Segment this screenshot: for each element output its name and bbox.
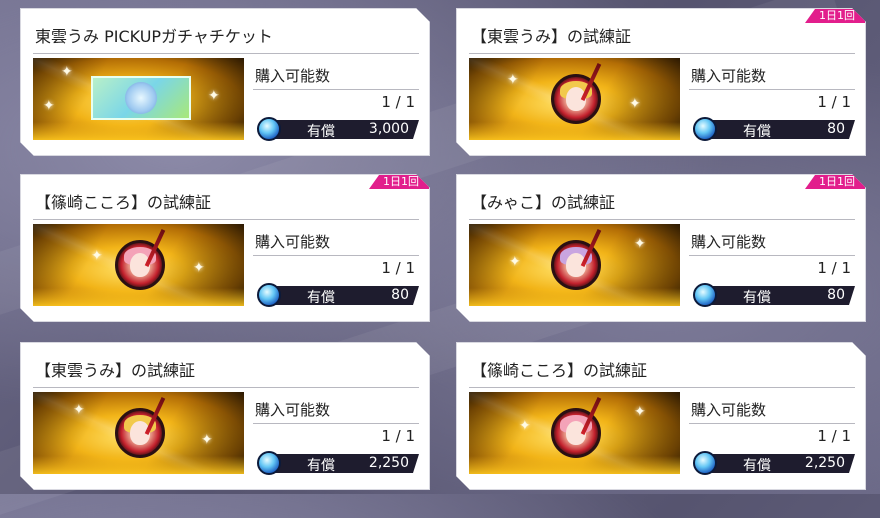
shop-item-card[interactable]: 1日1回 【篠崎こころ】の試練証 ✦ ✦ 購入可能数 1 / 1 有償 80 — [20, 174, 430, 322]
purchase-available-label: 購入可能数 — [255, 401, 331, 419]
shop-item-card[interactable]: 【東雲うみ】の試練証 ✦ ✦ 購入可能数 1 / 1 有償 2,250 — [20, 342, 430, 490]
item-thumbnail: ✦ ✦ — [33, 224, 244, 306]
price-value: 80 — [391, 287, 409, 303]
shop-item-card[interactable]: 1日1回 【東雲うみ】の試練証 ✦ ✦ 購入可能数 1 / 1 有償 80 — [456, 8, 866, 156]
sparkle-icon: ✦ — [634, 404, 646, 420]
divider — [253, 89, 419, 90]
price-bar: 有償 80 — [705, 120, 855, 139]
paid-gem-icon — [693, 117, 717, 141]
item-thumbnail: ✦ ✦ — [469, 392, 680, 474]
item-thumbnail: ✦ ✦ — [469, 58, 680, 140]
sparkle-icon: ✦ — [208, 88, 220, 104]
purchase-count: 1 / 1 — [817, 427, 851, 445]
divider — [689, 89, 855, 90]
shop-item-card[interactable]: 1日1回 【みゃこ】の試練証 ✦ ✦ 購入可能数 1 / 1 有償 80 — [456, 174, 866, 322]
divider — [689, 423, 855, 424]
paid-label: 有償 — [743, 458, 771, 474]
divider — [33, 387, 419, 388]
item-thumbnail: ✦ ✦ ✦ — [33, 58, 244, 140]
item-title: 【東雲うみ】の試練証 — [35, 361, 196, 380]
divider — [253, 255, 419, 256]
trial-medal-kokoro-icon — [551, 408, 601, 458]
price-bar: 有償 80 — [705, 286, 855, 305]
purchase-count: 1 / 1 — [381, 427, 415, 445]
shop-item-card[interactable]: 【篠崎こころ】の試練証 ✦ ✦ 購入可能数 1 / 1 有償 2,250 — [456, 342, 866, 490]
price-bar: 有償 2,250 — [705, 454, 855, 473]
price-bar: 有償 80 — [269, 286, 419, 305]
divider — [33, 53, 419, 54]
item-title: 【篠崎こころ】の試練証 — [35, 193, 212, 212]
paid-label: 有償 — [743, 290, 771, 306]
daily-limit-badge: 1日1回 — [805, 175, 865, 189]
paid-gem-icon — [693, 283, 717, 307]
sparkle-icon: ✦ — [91, 248, 103, 264]
trial-medal-kokoro-icon — [115, 240, 165, 290]
sparkle-icon: ✦ — [519, 418, 531, 434]
purchase-available-label: 購入可能数 — [691, 233, 767, 251]
sparkle-icon: ✦ — [193, 260, 205, 276]
trial-medal-umi-icon — [551, 74, 601, 124]
sparkle-icon: ✦ — [634, 236, 646, 252]
purchase-count: 1 / 1 — [817, 259, 851, 277]
divider — [253, 423, 419, 424]
item-title: 【みゃこ】の試練証 — [471, 193, 616, 212]
price-value: 80 — [827, 121, 845, 137]
sparkle-icon: ✦ — [509, 254, 521, 270]
item-title: 【篠崎こころ】の試練証 — [471, 361, 648, 380]
divider — [469, 219, 855, 220]
paid-label: 有償 — [743, 124, 771, 140]
item-thumbnail: ✦ ✦ — [469, 224, 680, 306]
paid-gem-icon — [257, 451, 281, 475]
sparkle-icon: ✦ — [73, 402, 85, 418]
item-thumbnail: ✦ ✦ — [33, 392, 244, 474]
trial-medal-myako-icon — [551, 240, 601, 290]
purchase-count: 1 / 1 — [381, 259, 415, 277]
paid-label: 有償 — [307, 290, 335, 306]
paid-label: 有償 — [307, 458, 335, 474]
purchase-count: 1 / 1 — [817, 93, 851, 111]
divider — [33, 219, 419, 220]
gacha-ticket-icon — [91, 76, 191, 120]
item-title: 【東雲うみ】の試練証 — [471, 27, 632, 46]
price-value: 2,250 — [804, 455, 845, 471]
sparkle-icon: ✦ — [61, 64, 73, 80]
purchase-available-label: 購入可能数 — [691, 401, 767, 419]
price-bar: 有償 3,000 — [269, 120, 419, 139]
purchase-available-label: 購入可能数 — [255, 67, 331, 85]
item-title: 東雲うみ PICKUPガチャチケット — [35, 27, 273, 46]
paid-gem-icon — [257, 117, 281, 141]
divider — [469, 387, 855, 388]
sparkle-icon: ✦ — [43, 98, 55, 114]
sparkle-icon: ✦ — [507, 72, 519, 88]
divider — [689, 255, 855, 256]
paid-label: 有償 — [307, 124, 335, 140]
purchase-available-label: 購入可能数 — [691, 67, 767, 85]
purchase-available-label: 購入可能数 — [255, 233, 331, 251]
price-value: 3,000 — [368, 121, 409, 137]
trial-medal-umi-icon — [115, 408, 165, 458]
price-bar: 有償 2,250 — [269, 454, 419, 473]
shop-item-card[interactable]: 東雲うみ PICKUPガチャチケット ✦ ✦ ✦ 購入可能数 1 / 1 有償 … — [20, 8, 430, 156]
purchase-count: 1 / 1 — [381, 93, 415, 111]
price-value: 2,250 — [368, 455, 409, 471]
paid-gem-icon — [257, 283, 281, 307]
sparkle-icon: ✦ — [629, 96, 641, 112]
paid-gem-icon — [693, 451, 717, 475]
daily-limit-badge: 1日1回 — [805, 9, 865, 23]
price-value: 80 — [827, 287, 845, 303]
sparkle-icon: ✦ — [201, 432, 213, 448]
divider — [469, 53, 855, 54]
